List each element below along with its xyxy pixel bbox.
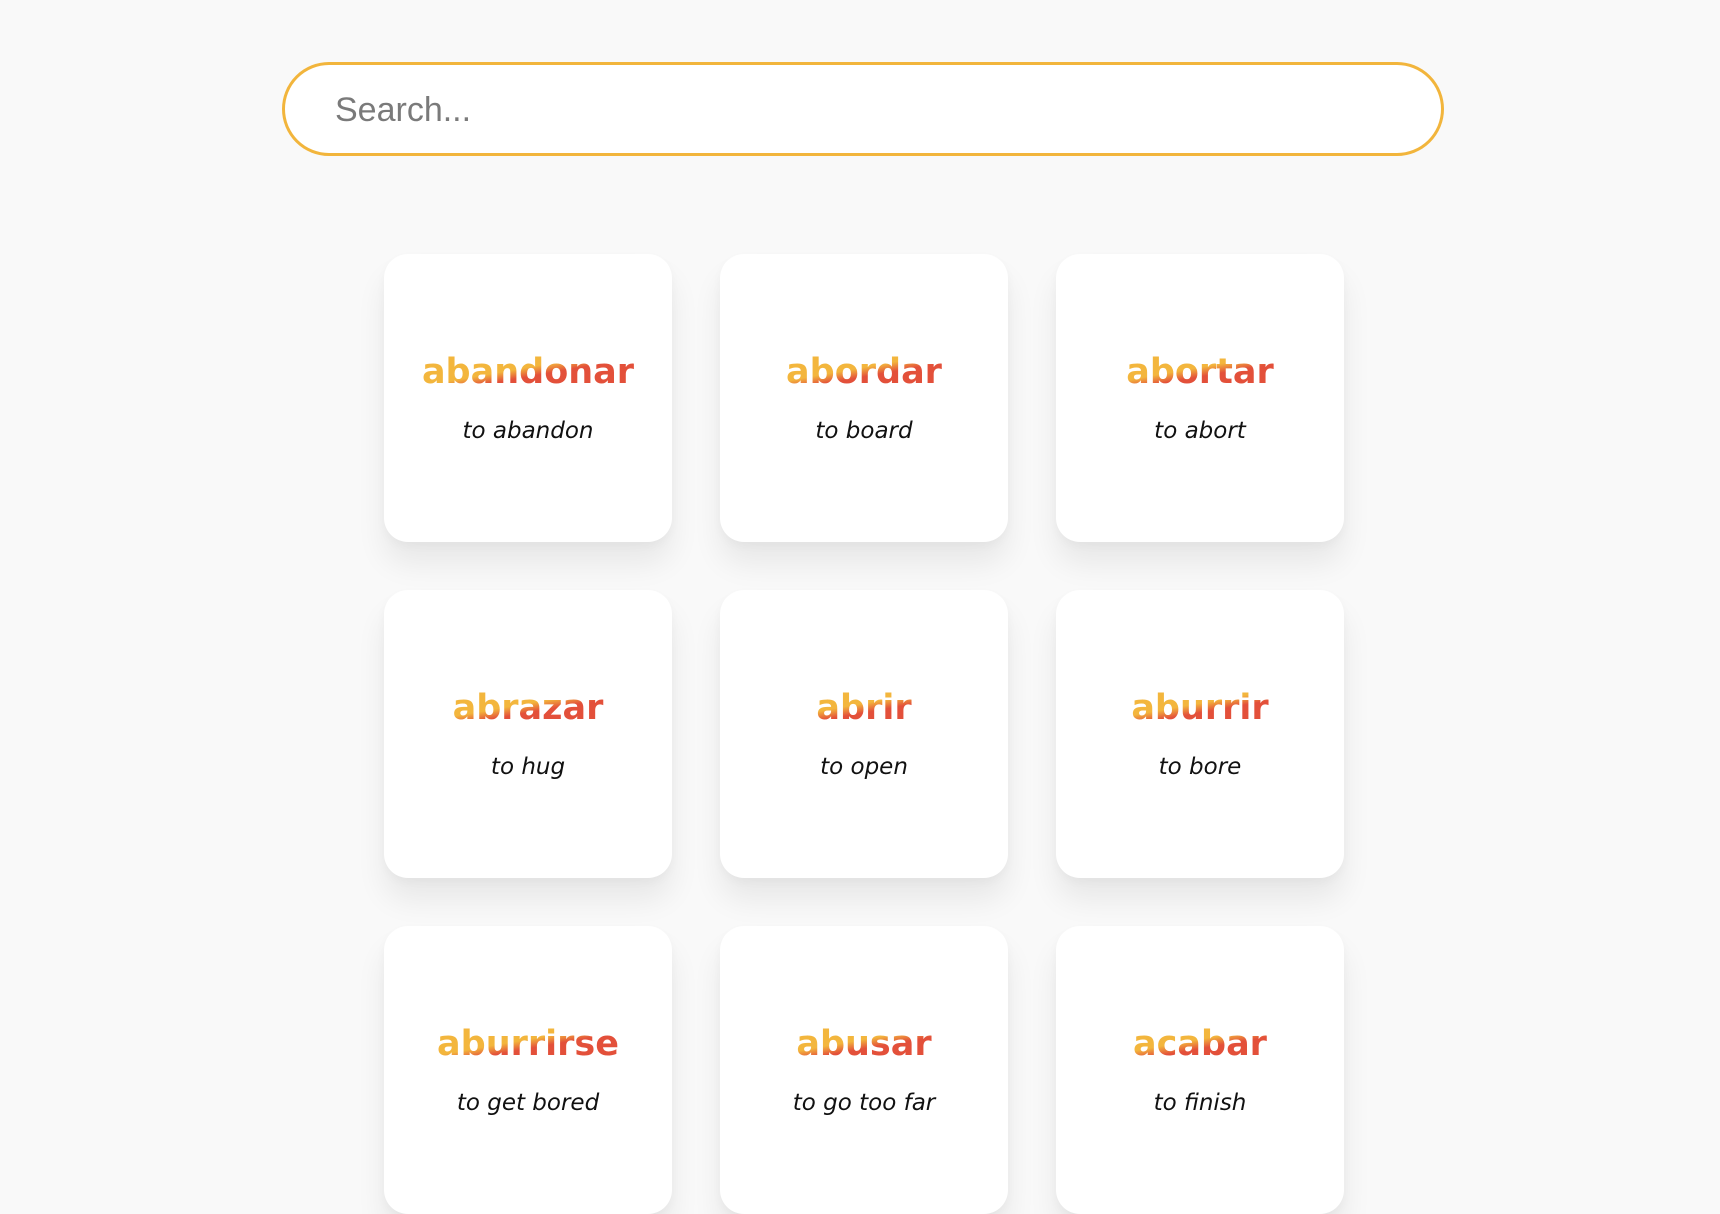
- verb-card[interactable]: aburrirse to get bored: [384, 926, 672, 1214]
- verb-translation: to abort: [1154, 418, 1246, 444]
- verb-card-grid: abandonar to abandon abordar to board ab…: [384, 254, 1344, 1214]
- verb-card[interactable]: abortar to abort: [1056, 254, 1344, 542]
- verb-translation: to finish: [1153, 1090, 1247, 1116]
- verb-translation: to board: [815, 418, 913, 444]
- verb-translation: to bore: [1158, 754, 1242, 780]
- verb-word: abandonar: [384, 350, 672, 394]
- verb-word: abrazar: [384, 686, 672, 730]
- verb-word: aburrirse: [384, 1022, 672, 1066]
- search-input[interactable]: [333, 65, 1397, 155]
- verb-card[interactable]: abrir to open: [720, 590, 1008, 878]
- verb-translation: to go too far: [792, 1090, 936, 1116]
- verb-word: abrir: [720, 686, 1008, 730]
- verb-word: abusar: [720, 1022, 1008, 1066]
- verb-card[interactable]: acabar to finish: [1056, 926, 1344, 1214]
- verb-translation: to open: [820, 754, 908, 780]
- verb-translation: to get bored: [456, 1090, 600, 1116]
- verb-card[interactable]: aburrir to bore: [1056, 590, 1344, 878]
- verb-translation: to abandon: [462, 418, 594, 444]
- verb-word: aburrir: [1056, 686, 1344, 730]
- verb-word: abortar: [1056, 350, 1344, 394]
- verb-card[interactable]: abusar to go too far: [720, 926, 1008, 1214]
- search-bar[interactable]: [282, 62, 1444, 156]
- verb-word: abordar: [720, 350, 1008, 394]
- verb-translation: to hug: [490, 754, 566, 780]
- verb-card[interactable]: abandonar to abandon: [384, 254, 672, 542]
- verb-card[interactable]: abrazar to hug: [384, 590, 672, 878]
- verb-word: acabar: [1056, 1022, 1344, 1066]
- verb-card[interactable]: abordar to board: [720, 254, 1008, 542]
